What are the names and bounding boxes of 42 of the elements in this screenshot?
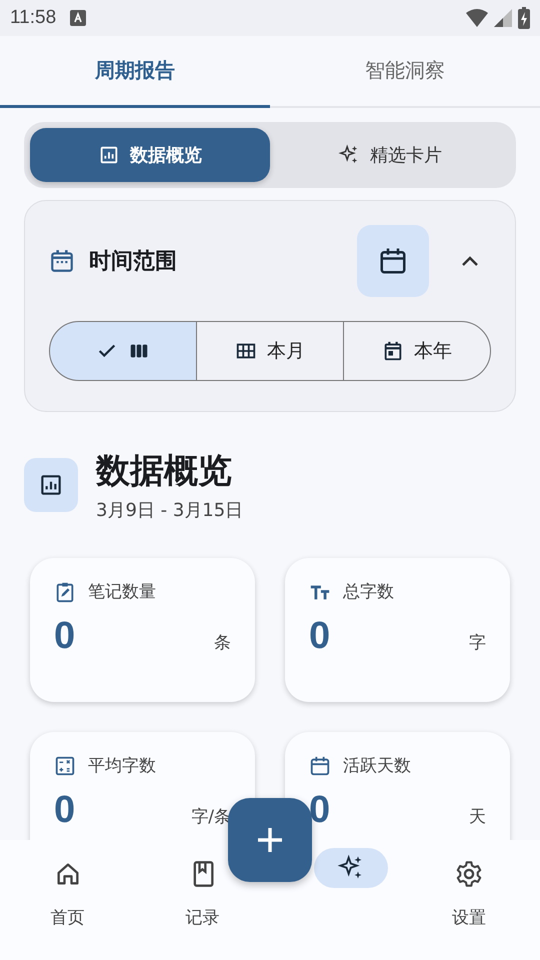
stat-value: 0 (54, 789, 76, 832)
tab[interactable]: 智能洞察 (270, 36, 540, 108)
range-segment[interactable] (49, 321, 198, 381)
stat-label: 总字数 (343, 581, 394, 603)
range-segment[interactable]: 本年 (342, 321, 491, 381)
wifi-icon (466, 9, 488, 27)
stat-unit: 字 (469, 632, 486, 654)
nav-item[interactable] (314, 848, 388, 888)
stat-unit: 天 (469, 806, 486, 828)
nav-item[interactable]: 首页 (0, 860, 135, 929)
chevron-icon (460, 255, 480, 267)
calendar-icon (49, 248, 75, 274)
time-range-title: 时间范围 (89, 248, 177, 276)
plus-icon (256, 826, 284, 854)
clipboard-pen-icon (54, 580, 76, 602)
battery-icon (518, 7, 530, 29)
date-range: 3月9日 - 3月15日 (96, 499, 244, 522)
stat-unit: 条 (214, 632, 231, 654)
stat-value: 0 (309, 789, 330, 832)
add-button[interactable] (228, 798, 312, 882)
keyboard-notification-icon (70, 10, 86, 26)
chart-icon (98, 144, 120, 166)
calendar-icon (378, 246, 408, 276)
view-toggle-option[interactable]: 精选卡片 (270, 128, 510, 182)
tab[interactable]: 周期报告 (0, 36, 270, 108)
overview-title: 数据概览 (96, 450, 233, 493)
nav-item[interactable]: 设置 (388, 860, 540, 929)
stat-unit: 字/条 (191, 806, 231, 828)
calendar-button[interactable] (357, 225, 429, 297)
signal-icon (494, 9, 512, 27)
calendar-icon (309, 754, 331, 776)
stat-label: 笔记数量 (88, 581, 156, 603)
stat-value: 0 (309, 615, 330, 658)
stat-label: 平均字数 (88, 755, 156, 777)
nav-item[interactable]: 记录 (135, 860, 270, 929)
calculator-icon (54, 754, 76, 776)
stat-label: 活跃天数 (343, 755, 411, 777)
range-segment[interactable]: 本月 (196, 321, 344, 381)
stat-value: 0 (54, 615, 76, 658)
settings-icon (455, 860, 483, 888)
view-toggle-option[interactable]: 数据概览 (30, 128, 270, 182)
status-time: 11:58 (10, 7, 56, 29)
